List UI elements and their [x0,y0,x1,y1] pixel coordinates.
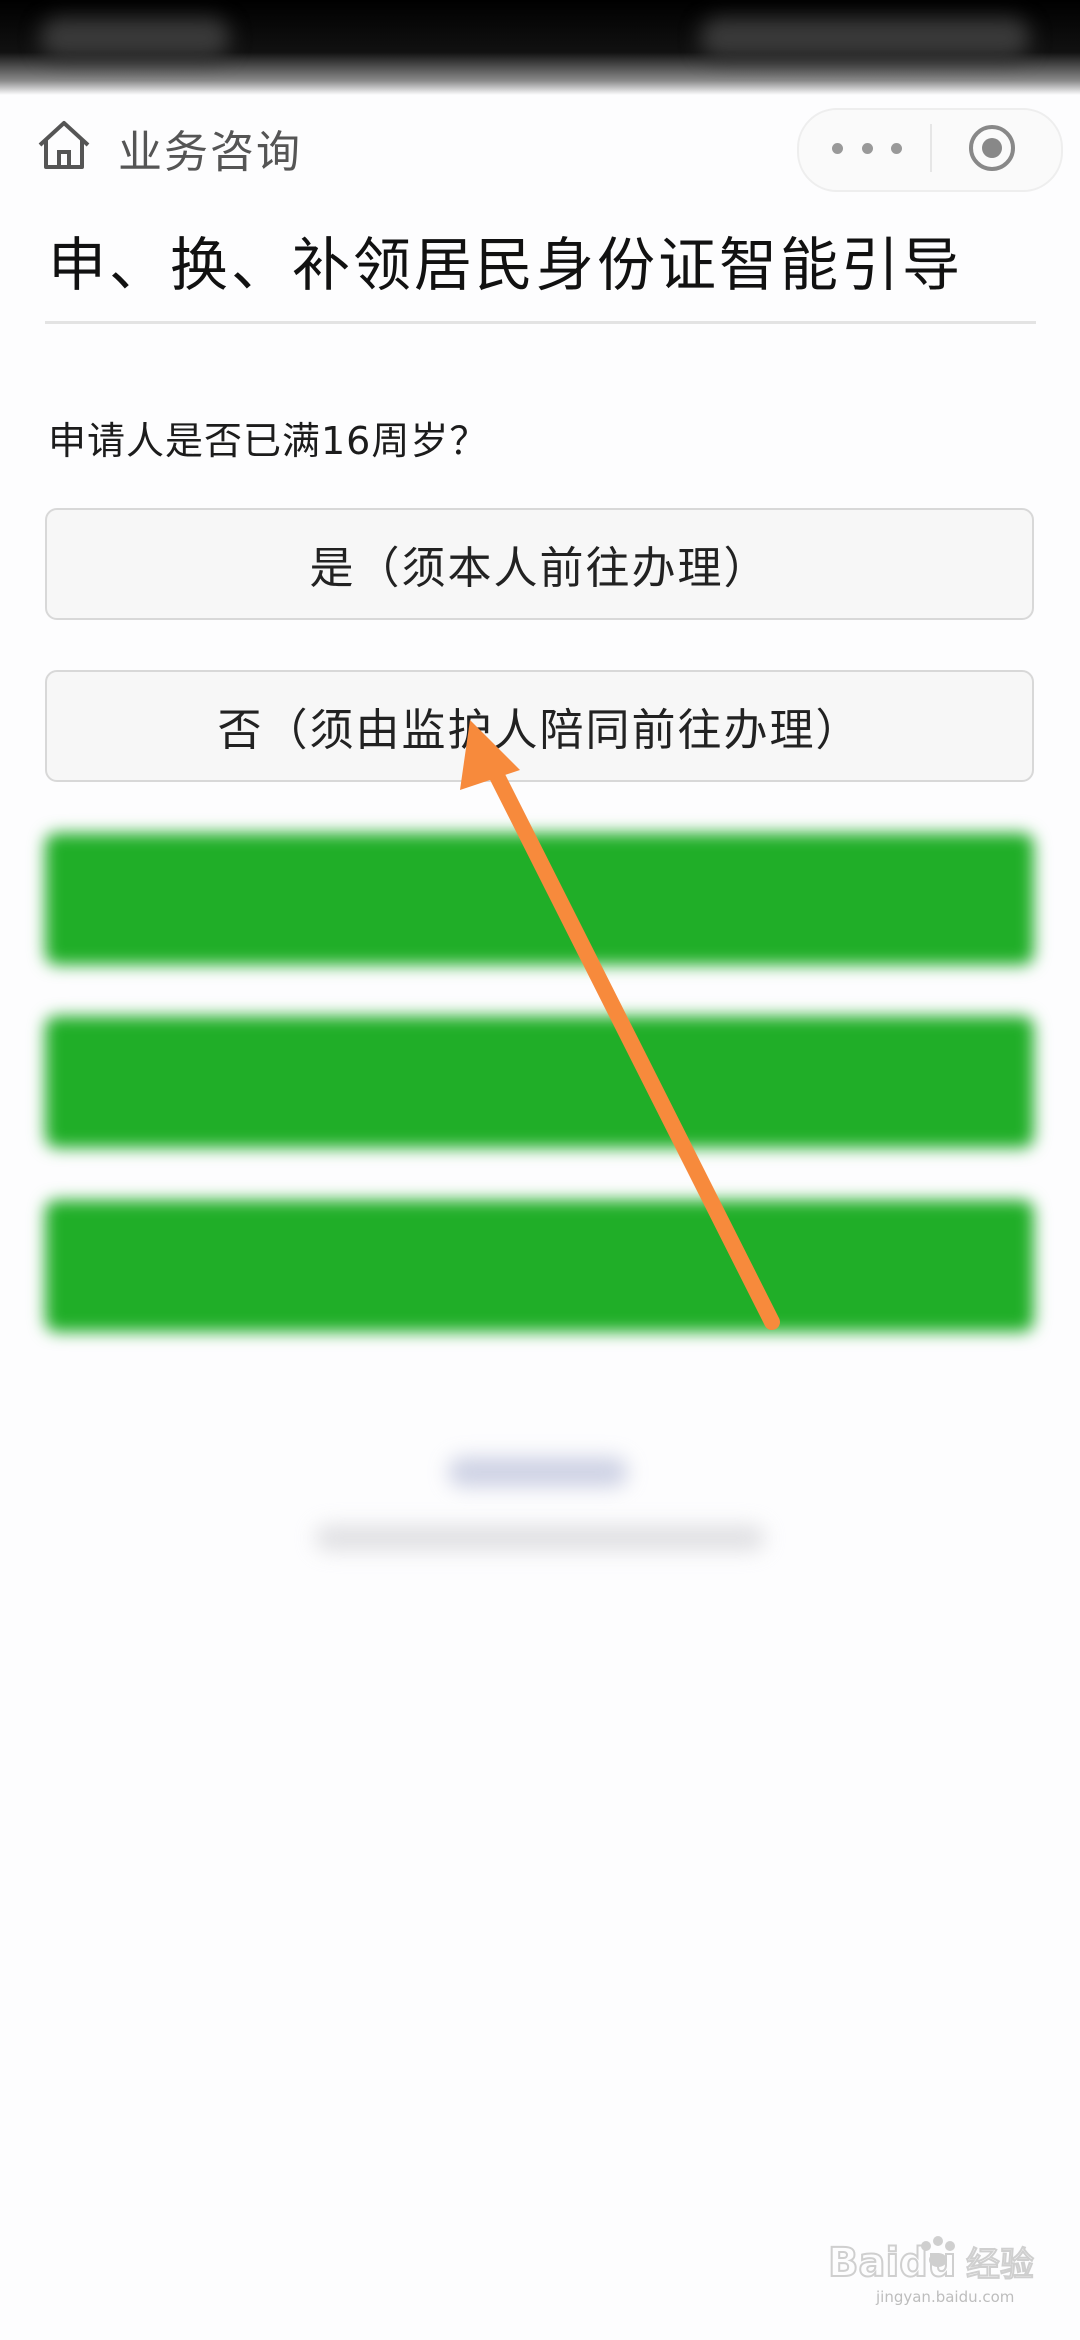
blurred-action-button-1[interactable] [45,833,1034,965]
status-right-blur [700,18,1030,58]
blurred-action-button-3[interactable] [45,1200,1034,1332]
home-icon[interactable] [34,115,94,175]
more-icon[interactable] [832,128,902,168]
option-no-button[interactable]: 否（须由监护人陪同前往办理） [45,670,1034,782]
watermark-suffix: 经验 [966,2245,1034,2285]
option-yes-button[interactable]: 是（须本人前往办理） [45,508,1034,620]
blurred-action-button-2[interactable] [45,1016,1034,1148]
title-divider [45,321,1036,324]
nav-title: 业务咨询 [118,127,302,178]
footer-link-blur [448,1457,628,1487]
footer-text-blur [315,1525,765,1551]
capsule-divider [930,124,932,172]
watermark-url: jingyan.baidu.com [875,2288,1014,2306]
status-bar [0,0,1080,95]
page-title: 申、换、补领居民身份证智能引导 [48,231,964,299]
status-left-blur [40,18,230,58]
baidu-watermark: Baidu 经验 jingyan.baidu.com [827,2236,1035,2306]
question-text: 申请人是否已满16周岁？ [48,419,489,463]
annotation-arrow [460,720,780,1330]
close-icon[interactable] [965,121,1019,175]
